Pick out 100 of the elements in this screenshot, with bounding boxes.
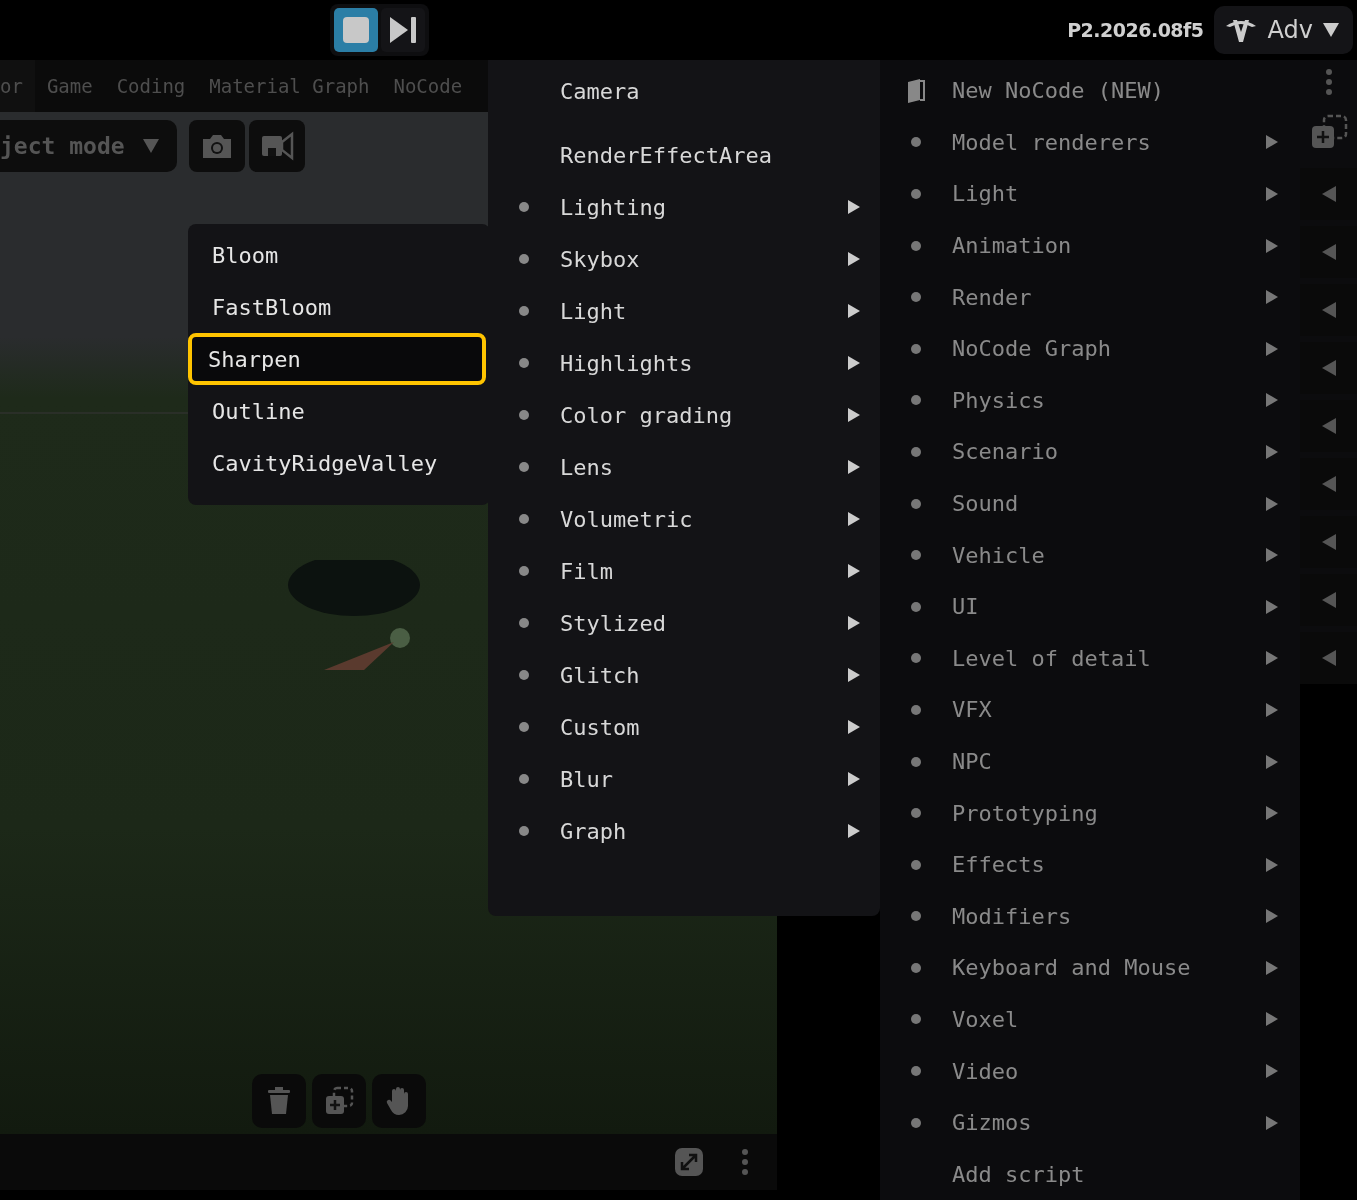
menu-item[interactable]: Modifiers	[880, 890, 1300, 943]
profile-dropdown[interactable]: Adv	[1213, 6, 1353, 54]
menu-item[interactable]: Film	[488, 545, 880, 597]
menu-item[interactable]: Outline	[188, 385, 486, 437]
menu-item[interactable]: Vehicle	[880, 529, 1300, 581]
collapse-button[interactable]	[1300, 168, 1357, 220]
menu-item[interactable]: Highlights	[488, 337, 880, 389]
collapse-button[interactable]	[1300, 632, 1357, 684]
menu-item[interactable]: Stylized	[488, 597, 880, 649]
submenu-arrow-icon	[1266, 599, 1278, 614]
submenu-arrow-icon	[1266, 754, 1278, 769]
more-icon[interactable]	[1324, 68, 1333, 96]
menu-item[interactable]: Keyboard and Mouse	[880, 942, 1300, 994]
menu-item[interactable]: Voxel	[880, 993, 1300, 1046]
menu-item[interactable]: FastBloom	[188, 281, 486, 333]
expand-icon	[678, 1151, 700, 1173]
bullet-icon	[519, 566, 529, 576]
hand-button[interactable]	[372, 1074, 426, 1128]
menu-item[interactable]: RenderEffectArea	[488, 129, 880, 181]
step-forward-icon	[388, 15, 418, 45]
bullet-icon	[911, 911, 921, 922]
menu-item[interactable]: Add script	[880, 1148, 1300, 1200]
duplicate-button[interactable]	[312, 1074, 366, 1128]
left-triangle-icon	[1321, 650, 1336, 666]
menu-item[interactable]: Video	[880, 1045, 1300, 1097]
menu-item[interactable]: Camera	[488, 65, 880, 117]
menu-item[interactable]: Level of detail	[880, 632, 1300, 685]
bullet-icon	[911, 1014, 921, 1025]
menu-item[interactable]: NPC	[880, 735, 1300, 788]
bullet-icon	[911, 446, 921, 457]
step-button[interactable]	[381, 8, 425, 52]
bullet-icon	[519, 462, 529, 472]
bullet-icon	[911, 498, 921, 509]
bullet-icon	[911, 137, 921, 148]
more-icon[interactable]	[741, 1148, 749, 1176]
bullet-icon	[911, 704, 921, 715]
collapse-button[interactable]	[1300, 516, 1357, 568]
menu-item[interactable]: Prototyping	[880, 787, 1300, 839]
delete-button[interactable]	[252, 1074, 306, 1128]
camera-button[interactable]	[188, 120, 245, 172]
submenu-arrow-icon	[1266, 1115, 1278, 1130]
submenu-arrow-icon	[848, 304, 860, 318]
menu-item[interactable]: Skybox	[488, 233, 880, 285]
submenu-arrow-icon	[848, 564, 860, 578]
menu-item[interactable]: Animation	[880, 219, 1300, 272]
collapse-button[interactable]	[1300, 342, 1357, 394]
expand-button[interactable]	[675, 1148, 703, 1176]
menu-item[interactable]: Sound	[880, 477, 1300, 530]
bullet-icon	[519, 670, 529, 680]
menu-item[interactable]: Light	[880, 168, 1300, 220]
menu-item[interactable]: Graph	[488, 805, 880, 857]
menu-item[interactable]: Effects	[880, 838, 1300, 891]
bullet-icon	[519, 774, 529, 784]
menu-item[interactable]: Light	[488, 285, 880, 337]
menu-item[interactable]: Bloom	[188, 229, 486, 281]
submenu-arrow-icon	[1266, 960, 1278, 975]
duplicate-icon	[324, 1086, 354, 1116]
menu-item[interactable]: New NoCode (NEW)	[880, 65, 1300, 117]
menu-item[interactable]: Sharpen	[188, 333, 486, 385]
menu-item[interactable]: Scenario	[880, 426, 1300, 478]
menu-item[interactable]: Gizmos	[880, 1096, 1300, 1149]
menu-item[interactable]: VFX	[880, 684, 1300, 736]
submenu-arrow-icon	[1266, 548, 1278, 563]
submenu-arrow-icon	[1266, 290, 1278, 305]
caret-icon	[1323, 23, 1339, 37]
camera-lock-button[interactable]	[248, 120, 305, 172]
collapse-button[interactable]	[1300, 574, 1357, 626]
bullet-icon	[911, 240, 921, 251]
submenu-arrow-icon	[1266, 909, 1278, 924]
collapse-button[interactable]	[1300, 458, 1357, 510]
submenu-arrow-icon	[1266, 496, 1278, 511]
menu-item[interactable]: Blur	[488, 753, 880, 805]
menu-item[interactable]: Volumetric	[488, 493, 880, 545]
menu-item[interactable]: UI	[880, 580, 1300, 633]
submenu-arrow-icon	[1266, 135, 1278, 150]
submenu-arrow-icon	[848, 512, 860, 526]
menu-item[interactable]: Lens	[488, 441, 880, 493]
menu-item[interactable]: CavityRidgeValley	[188, 437, 486, 489]
menu-item[interactable]: Physics	[880, 374, 1300, 427]
submenu-arrow-icon	[1266, 1064, 1278, 1079]
menu-item[interactable]: NoCode Graph	[880, 322, 1300, 375]
left-triangle-icon	[1321, 360, 1336, 376]
menu-item[interactable]: Glitch	[488, 649, 880, 701]
submenu-arrow-icon	[848, 356, 860, 370]
menu-item[interactable]: Custom	[488, 701, 880, 753]
menu-item[interactable]: Render	[880, 271, 1300, 323]
menu-item[interactable]: Color grading	[488, 389, 880, 441]
left-triangle-icon	[1321, 418, 1336, 434]
bullet-icon	[911, 808, 921, 819]
submenu-arrow-icon	[848, 824, 860, 838]
bullet-icon	[519, 722, 529, 732]
menu-item[interactable]: Model renderers	[880, 116, 1300, 169]
locked-camera-icon	[259, 130, 294, 162]
collapse-button[interactable]	[1300, 226, 1357, 278]
menu-item[interactable]: Lighting	[488, 181, 880, 233]
collapse-button[interactable]	[1300, 400, 1357, 452]
collapse-button[interactable]	[1300, 284, 1357, 336]
caret-icon	[142, 139, 159, 153]
submenu-arrow-icon	[1266, 444, 1278, 459]
bullet-icon	[911, 189, 921, 199]
